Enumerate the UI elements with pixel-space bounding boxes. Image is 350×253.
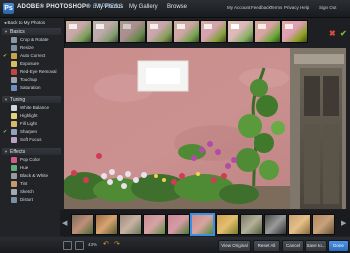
zoom-out-icon[interactable] — [63, 241, 72, 250]
back-to-my-photos-link[interactable]: ◂ Back to My Photos — [4, 20, 45, 26]
link-feedback[interactable]: Feedback — [251, 5, 271, 10]
filmstrip-thumbnail[interactable] — [264, 214, 287, 235]
tool-pop-color[interactable]: Pop Color — [0, 156, 62, 164]
tool-auto-correct[interactable]: ✔ Auto Correct — [0, 52, 62, 60]
reset-all-button[interactable]: Reset All — [253, 240, 280, 252]
filmstrip-thumbnail[interactable] — [240, 214, 263, 235]
sharpen-icon — [11, 129, 17, 135]
tint-icon — [11, 181, 17, 187]
variation-thumbnail[interactable] — [119, 20, 146, 43]
variation-thumbnail[interactable] — [281, 20, 308, 43]
filmstrip-thumbnail-selected[interactable] — [191, 214, 214, 235]
hue-icon — [11, 165, 17, 171]
undo-icon[interactable]: ↶ — [103, 240, 109, 248]
filmstrip-thumbnail[interactable] — [288, 214, 311, 235]
tool-touchup[interactable]: Touchup — [0, 76, 62, 84]
black-white-icon — [11, 173, 17, 179]
collapse-triangle-icon: ▼ — [4, 29, 8, 34]
tool-hue[interactable]: Hue — [0, 164, 62, 172]
tool-distort[interactable]: Distort — [0, 196, 62, 204]
filmstrip-thumbnail[interactable] — [167, 214, 190, 235]
collapse-triangle-icon: ▼ — [4, 149, 8, 154]
done-button[interactable]: Done — [328, 240, 349, 252]
filmstrip-thumbnail[interactable] — [143, 214, 166, 235]
view-original-button[interactable]: View Original — [218, 240, 251, 252]
variation-thumbnail[interactable] — [173, 20, 200, 43]
tool-sharpen[interactable]: ✔ Sharpen — [0, 128, 62, 136]
nav-browse[interactable]: Browse — [167, 4, 187, 10]
link-help[interactable]: Help — [300, 5, 309, 10]
red-eye-icon — [11, 69, 17, 75]
tool-exposure[interactable]: Exposure — [0, 60, 62, 68]
tool-sketch[interactable]: Sketch — [0, 188, 62, 196]
tool-white-balance[interactable]: White Balance — [0, 104, 62, 112]
variation-thumbnail[interactable] — [227, 20, 254, 43]
tool-saturation[interactable]: Saturation — [0, 84, 62, 92]
top-bar: Ps ADOBE® PHOTOSHOP® EXPRESS My Photos M… — [0, 0, 350, 18]
filmstrip-thumbnail[interactable] — [95, 214, 118, 235]
filmstrip: ◀ ▶ — [60, 210, 350, 236]
pop-color-icon — [11, 157, 17, 163]
zoom-in-icon[interactable] — [75, 241, 84, 250]
tool-soft-focus[interactable]: Soft Focus — [0, 136, 62, 144]
tool-fill-light[interactable]: Fill Light — [0, 120, 62, 128]
filmstrip-thumbnail[interactable] — [71, 214, 94, 235]
link-terms[interactable]: Terms — [270, 5, 282, 10]
soft-focus-icon — [11, 137, 17, 143]
fill-light-icon — [11, 121, 17, 127]
zoom-level: 43% — [88, 242, 98, 247]
link-my-account[interactable]: My Account — [227, 5, 250, 10]
photoshop-logo-icon: Ps — [3, 3, 14, 14]
nav-my-photos[interactable]: My Photos — [95, 4, 123, 10]
redo-icon[interactable]: ↷ — [114, 240, 120, 248]
section-tuning[interactable]: ▼ Tuning — [2, 96, 61, 103]
nav-my-gallery[interactable]: My Gallery — [129, 4, 158, 10]
tool-highlight[interactable]: Highlight — [0, 112, 62, 120]
variation-thumbnail[interactable] — [254, 20, 281, 43]
variation-thumbnail[interactable] — [92, 20, 119, 43]
link-privacy[interactable]: Privacy — [284, 5, 299, 10]
tool-black-white[interactable]: Black & White — [0, 172, 62, 180]
section-effects[interactable]: ▼ Effects — [2, 148, 61, 155]
link-sign-out[interactable]: Sign Out — [319, 5, 337, 10]
cancel-button[interactable]: Cancel — [282, 240, 304, 252]
auto-correct-icon — [11, 53, 17, 59]
photo-canvas[interactable] — [64, 48, 346, 209]
variation-thumbnail[interactable] — [200, 20, 227, 43]
tool-crop-rotate[interactable]: Crop & Rotate — [0, 36, 62, 44]
filmstrip-thumbnail[interactable] — [216, 214, 239, 235]
sketch-icon — [11, 189, 17, 195]
filmstrip-prev-icon[interactable]: ◀ — [62, 219, 67, 227]
variation-thumbnail[interactable] — [146, 20, 173, 43]
applied-check-icon: ✔ — [3, 53, 8, 59]
save-to-button[interactable]: Save to... — [305, 240, 327, 252]
touchup-icon — [11, 77, 17, 83]
filmstrip-next-icon[interactable]: ▶ — [341, 219, 346, 227]
tool-red-eye-removal[interactable]: Red-Eye Removal — [0, 68, 62, 76]
tool-tint[interactable]: Tint — [0, 180, 62, 188]
resize-icon — [11, 45, 17, 51]
photo-image — [64, 48, 346, 209]
cancel-edit-icon[interactable]: ✖ — [329, 29, 336, 38]
filmstrip-thumbnail[interactable] — [119, 214, 142, 235]
highlight-icon — [11, 113, 17, 119]
applied-check-icon: ✔ — [3, 129, 8, 135]
tool-resize[interactable]: Resize — [0, 44, 62, 52]
exposure-icon — [11, 61, 17, 67]
tools-sidebar: ◂ Back to My Photos ▼ Basics Crop & Rota… — [0, 18, 65, 238]
bottom-toolbar: 43% ↶ ↷ View Original Reset All Cancel S… — [0, 237, 350, 253]
saturation-icon — [11, 85, 17, 91]
white-balance-icon — [11, 105, 17, 111]
crop-icon — [11, 37, 17, 43]
collapse-triangle-icon: ▼ — [4, 97, 8, 102]
variation-thumbnail[interactable] — [65, 20, 92, 43]
variation-thumbnails — [65, 20, 313, 43]
section-basics[interactable]: ▼ Basics — [2, 28, 61, 35]
filmstrip-thumbnail[interactable] — [312, 214, 335, 235]
distort-icon — [11, 197, 17, 203]
apply-edit-icon[interactable]: ✔ — [340, 29, 347, 38]
